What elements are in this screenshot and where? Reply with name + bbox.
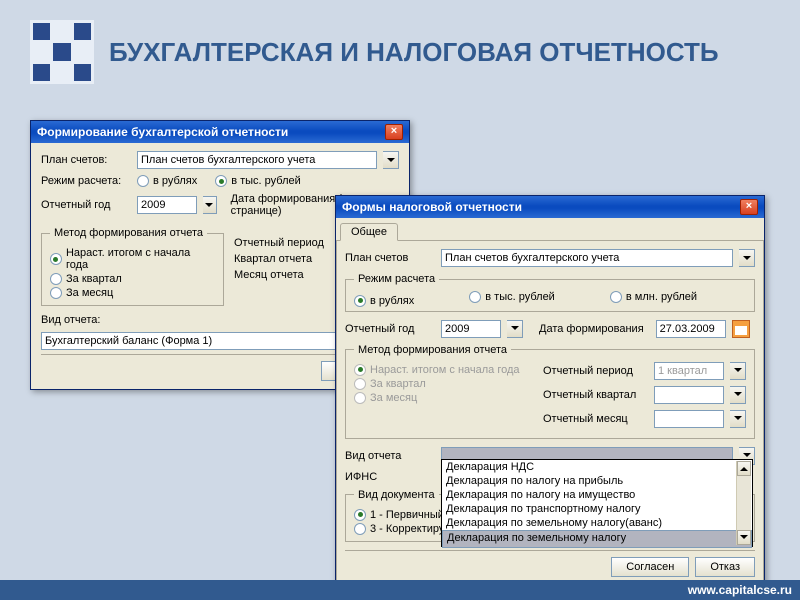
radio-quarter[interactable]: За квартал bbox=[50, 273, 215, 285]
label-period2: Отчетный период bbox=[543, 365, 648, 377]
list-item[interactable]: Декларация по налогу на прибыль bbox=[442, 474, 752, 488]
period2-select bbox=[654, 362, 724, 380]
doc-kind-legend: Вид документа bbox=[354, 489, 439, 501]
method-legend2: Метод формирования отчета bbox=[354, 344, 511, 356]
radio-thous[interactable]: в тыс. рублей bbox=[215, 175, 301, 187]
logo-icon bbox=[30, 20, 94, 84]
calendar-icon[interactable] bbox=[732, 320, 750, 338]
month2-select bbox=[654, 410, 724, 428]
list-item[interactable]: Декларация по налогу на имущество bbox=[442, 488, 752, 502]
footer-url: www.capitalcse.ru bbox=[0, 580, 800, 600]
label-ifns: ИФНС bbox=[345, 471, 435, 483]
quarter-drop-icon bbox=[730, 386, 746, 404]
window-tax-forms: Формы налоговой отчетности × Общее План … bbox=[335, 195, 765, 587]
list-item[interactable]: Декларация по транспортному налогу bbox=[442, 502, 752, 516]
month-drop-icon bbox=[730, 410, 746, 428]
mode-legend: Режим расчета bbox=[354, 273, 439, 285]
radio-quarter2: За квартал bbox=[354, 378, 533, 390]
quarter2-select bbox=[654, 386, 724, 404]
tab-general[interactable]: Общее bbox=[340, 223, 398, 241]
year-drop-icon[interactable] bbox=[203, 196, 217, 214]
list-item-selected[interactable]: Декларация по земельному налогу bbox=[442, 530, 752, 548]
plan2-select[interactable] bbox=[441, 249, 733, 267]
label-mode: Режим расчета: bbox=[41, 175, 131, 187]
radio-rub2[interactable]: в рублях bbox=[354, 295, 414, 307]
close-icon[interactable]: × bbox=[385, 124, 403, 140]
cancel-button[interactable]: Отказ bbox=[695, 557, 755, 577]
radio-thous2[interactable]: в тыс. рублей bbox=[469, 291, 555, 303]
label-plan2: План счетов bbox=[345, 252, 435, 264]
label-year2: Отчетный год bbox=[345, 323, 435, 335]
plan2-drop-icon[interactable] bbox=[739, 249, 755, 267]
scroll-down-icon[interactable] bbox=[737, 530, 751, 545]
scroll-up-icon[interactable] bbox=[737, 461, 751, 476]
radio-ytd2: Нараст. итогом с начала года bbox=[354, 364, 533, 376]
year2-input[interactable] bbox=[441, 320, 501, 338]
label-report-kind2: Вид отчета bbox=[345, 450, 435, 462]
radio-ytd[interactable]: Нараст. итогом с начала года bbox=[50, 247, 215, 271]
plan-drop-icon[interactable] bbox=[383, 151, 399, 169]
close-icon[interactable]: × bbox=[740, 199, 758, 215]
plan-select[interactable] bbox=[137, 151, 377, 169]
label-quarter2: Отчетный квартал bbox=[543, 389, 648, 401]
ok-button[interactable]: Согласен bbox=[611, 557, 689, 577]
label-report-kind: Вид отчета: bbox=[41, 314, 131, 326]
window2-title: Формы налоговой отчетности bbox=[342, 200, 522, 214]
report-dropdown-list[interactable]: Декларация НДС Декларация по налогу на п… bbox=[441, 459, 753, 547]
label-year: Отчетный год bbox=[41, 199, 131, 211]
period-drop-icon bbox=[730, 362, 746, 380]
year2-drop-icon[interactable] bbox=[507, 320, 523, 338]
radio-month[interactable]: За месяц bbox=[50, 287, 215, 299]
scrollbar[interactable] bbox=[736, 461, 751, 545]
year-input[interactable] bbox=[137, 196, 197, 214]
date-input[interactable] bbox=[656, 320, 726, 338]
label-date: Дата формирования bbox=[539, 323, 644, 335]
window1-title: Формирование бухгалтерской отчетности bbox=[37, 125, 288, 139]
list-item[interactable]: Декларация по земельному налогу(аванс) bbox=[442, 516, 752, 530]
radio-rub[interactable]: в рублях bbox=[137, 175, 197, 187]
method-legend: Метод формирования отчета bbox=[50, 227, 207, 239]
radio-mln2[interactable]: в млн. рублей bbox=[610, 291, 697, 303]
list-item[interactable]: Декларация НДС bbox=[442, 460, 752, 474]
page-title: БУХГАЛТЕРСКАЯ И НАЛОГОВАЯ ОТЧЕТНОСТЬ bbox=[109, 38, 719, 67]
label-month2: Отчетный месяц bbox=[543, 413, 648, 425]
label-plan: План счетов: bbox=[41, 154, 131, 166]
radio-month2: За месяц bbox=[354, 392, 533, 404]
